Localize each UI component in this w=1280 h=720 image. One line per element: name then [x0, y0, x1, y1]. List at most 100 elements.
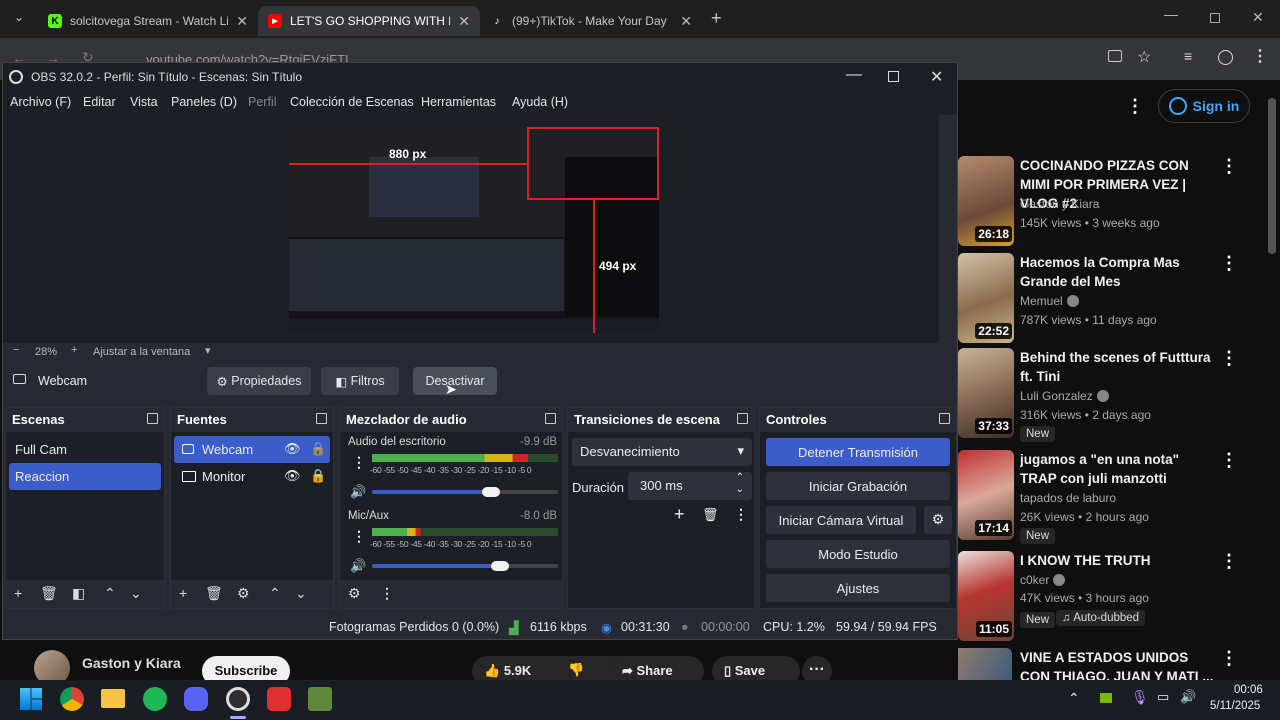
video-title[interactable]: I KNOW THE TRUTH: [1020, 551, 1216, 570]
menu-icon[interactable]: ⋮: [1252, 46, 1268, 66]
profile-icon[interactable]: [1218, 50, 1233, 65]
more-icon[interactable]: ⋮: [380, 585, 394, 602]
close-icon[interactable]: ✕: [1252, 9, 1264, 26]
channel-name[interactable]: Gaston y Kiara: [82, 655, 181, 671]
list-item[interactable]: VINE A ESTADOS UNIDOS CON THIAGO, JUAN Y…: [958, 648, 1280, 680]
more-icon[interactable]: ⋮: [1220, 648, 1238, 669]
video-title[interactable]: jugamos a "en una nota" TRAP con juli ma…: [1020, 450, 1216, 488]
virtual-camera-settings-button[interactable]: ⚙: [924, 506, 952, 534]
wifi-icon[interactable]: ▭: [1157, 689, 1169, 705]
channel-menu-icon[interactable]: ⋮: [352, 528, 366, 545]
video-channel[interactable]: Gaston y Kiara: [1020, 197, 1099, 211]
list-item[interactable]: 11:05 I KNOW THE TRUTH c0ker 47K views •…: [958, 551, 1280, 647]
file-explorer-icon[interactable]: [101, 689, 125, 708]
close-icon[interactable]: ✕: [680, 13, 692, 30]
maximize-icon[interactable]: [888, 71, 899, 82]
video-thumbnail[interactable]: [958, 648, 1012, 680]
more-icon[interactable]: ⋮: [1220, 253, 1238, 274]
filter-icon[interactable]: ◧: [72, 585, 85, 602]
install-icon[interactable]: [1108, 50, 1122, 62]
chevron-up-icon[interactable]: ⌃: [104, 585, 116, 602]
close-icon[interactable]: ✕: [930, 67, 943, 87]
menu-perfil[interactable]: Perfil: [248, 95, 276, 109]
gear-icon[interactable]: ⚙: [237, 585, 250, 602]
source-item-webcam[interactable]: Webcam 👁 🔒: [174, 436, 330, 463]
chevron-up-icon[interactable]: ⌃: [736, 472, 744, 483]
video-thumbnail[interactable]: 37:33: [958, 348, 1014, 438]
zoom-out-icon[interactable]: −: [13, 344, 19, 356]
more-icon[interactable]: ⋮: [734, 506, 748, 523]
star-icon[interactable]: ☆: [1137, 47, 1151, 67]
studio-mode-button[interactable]: Modo Estudio: [766, 540, 950, 568]
more-icon[interactable]: ⋮: [1220, 450, 1238, 471]
preview-scrollbar[interactable]: [939, 115, 957, 343]
zoom-in-icon[interactable]: +: [71, 344, 77, 356]
clock-time[interactable]: 00:06: [1234, 684, 1263, 696]
channel-menu-icon[interactable]: ⋮: [352, 454, 366, 471]
add-icon[interactable]: +: [179, 585, 187, 601]
filters-button[interactable]: ◧ Filtros: [321, 367, 399, 395]
mixer-settings-icon[interactable]: ⚙: [348, 585, 361, 602]
lock-icon[interactable]: 🔒: [310, 468, 326, 484]
menu-herramientas[interactable]: Herramientas: [421, 95, 496, 109]
volume-slider[interactable]: [491, 561, 510, 571]
start-virtual-camera-button[interactable]: Iniciar Cámara Virtual: [766, 506, 916, 534]
menu-archivo[interactable]: Archivo (F): [10, 95, 71, 109]
chevron-up-icon[interactable]: ⌃: [1068, 690, 1080, 707]
stop-streaming-button[interactable]: Detener Transmisión: [766, 438, 950, 466]
volume-slider[interactable]: [482, 487, 501, 497]
scene-item-full-cam[interactable]: Full Cam: [9, 436, 161, 463]
list-item[interactable]: 22:52 Hacemos la Compra Mas Grande del M…: [958, 253, 1280, 349]
chevron-down-icon[interactable]: ⌄: [736, 484, 744, 495]
video-thumbnail[interactable]: 11:05: [958, 551, 1014, 641]
video-channel[interactable]: Luli Gonzalez: [1020, 389, 1109, 403]
transition-select[interactable]: Desvanecimiento ▾: [572, 438, 752, 466]
media-icon[interactable]: ≡: [1184, 48, 1192, 64]
minimize-icon[interactable]: —: [846, 66, 862, 84]
undock-icon[interactable]: [545, 413, 556, 424]
tab-search-icon[interactable]: ⌄: [10, 10, 28, 28]
chevron-down-icon[interactable]: ▾: [205, 344, 211, 357]
video-title[interactable]: Behind the scenes of Futttura ft. Tini: [1020, 348, 1216, 386]
menu-vista[interactable]: Vista: [130, 95, 158, 109]
video-title[interactable]: VINE A ESTADOS UNIDOS CON THIAGO, JUAN Y…: [1020, 648, 1216, 680]
add-icon[interactable]: +: [14, 585, 22, 601]
close-icon[interactable]: ✕: [458, 13, 470, 30]
list-item[interactable]: 37:33 Behind the scenes of Futttura ft. …: [958, 348, 1280, 444]
eye-icon[interactable]: 👁: [284, 468, 301, 484]
chevron-up-icon[interactable]: ⌃: [269, 585, 281, 602]
preview-canvas[interactable]: 880 px 494 px: [289, 127, 659, 333]
add-icon[interactable]: +: [674, 504, 685, 525]
undock-icon[interactable]: [147, 413, 158, 424]
eye-icon[interactable]: 👁: [284, 441, 301, 457]
fit-window-label[interactable]: Ajustar a la ventana: [93, 346, 190, 358]
streamlabs-icon[interactable]: [267, 687, 291, 711]
nvidia-icon[interactable]: [1100, 693, 1112, 703]
video-thumbnail[interactable]: 17:14: [958, 450, 1014, 540]
video-channel[interactable]: Memuel: [1020, 294, 1079, 308]
video-thumbnail[interactable]: 22:52: [958, 253, 1014, 343]
restore-icon[interactable]: [1210, 13, 1220, 23]
menu-editar[interactable]: Editar: [83, 95, 116, 109]
video-channel[interactable]: c0ker: [1020, 573, 1066, 587]
mic-icon[interactable]: 🎙: [1131, 689, 1149, 706]
duration-spinbox[interactable]: 300 ms ⌃ ⌄: [628, 472, 752, 500]
undock-icon[interactable]: [316, 413, 327, 424]
volume-icon[interactable]: 🔊: [1180, 689, 1196, 705]
thumbs-down-icon[interactable]: 👎: [568, 662, 584, 678]
lock-icon[interactable]: 🔒: [310, 441, 326, 457]
source-item-monitor[interactable]: Monitor 👁 🔒: [174, 463, 330, 490]
more-icon[interactable]: ⋮: [1220, 348, 1238, 369]
video-channel[interactable]: tapados de laburo: [1020, 491, 1116, 505]
obs-icon[interactable]: [226, 687, 250, 711]
webcam-bounding-box[interactable]: [527, 127, 659, 200]
more-icon[interactable]: ⋮: [1126, 96, 1144, 117]
minecraft-icon[interactable]: [308, 687, 332, 711]
more-icon[interactable]: ⋮: [1220, 156, 1238, 177]
spotify-icon[interactable]: [143, 687, 167, 711]
trash-icon[interactable]: 🗑: [702, 507, 719, 523]
video-title[interactable]: Hacemos la Compra Mas Grande del Mes: [1020, 253, 1216, 291]
start-icon[interactable]: [20, 688, 42, 710]
menu-coleccion-escenas[interactable]: Colección de Escenas: [290, 95, 414, 109]
preview-area[interactable]: 880 px 494 px: [3, 115, 939, 343]
